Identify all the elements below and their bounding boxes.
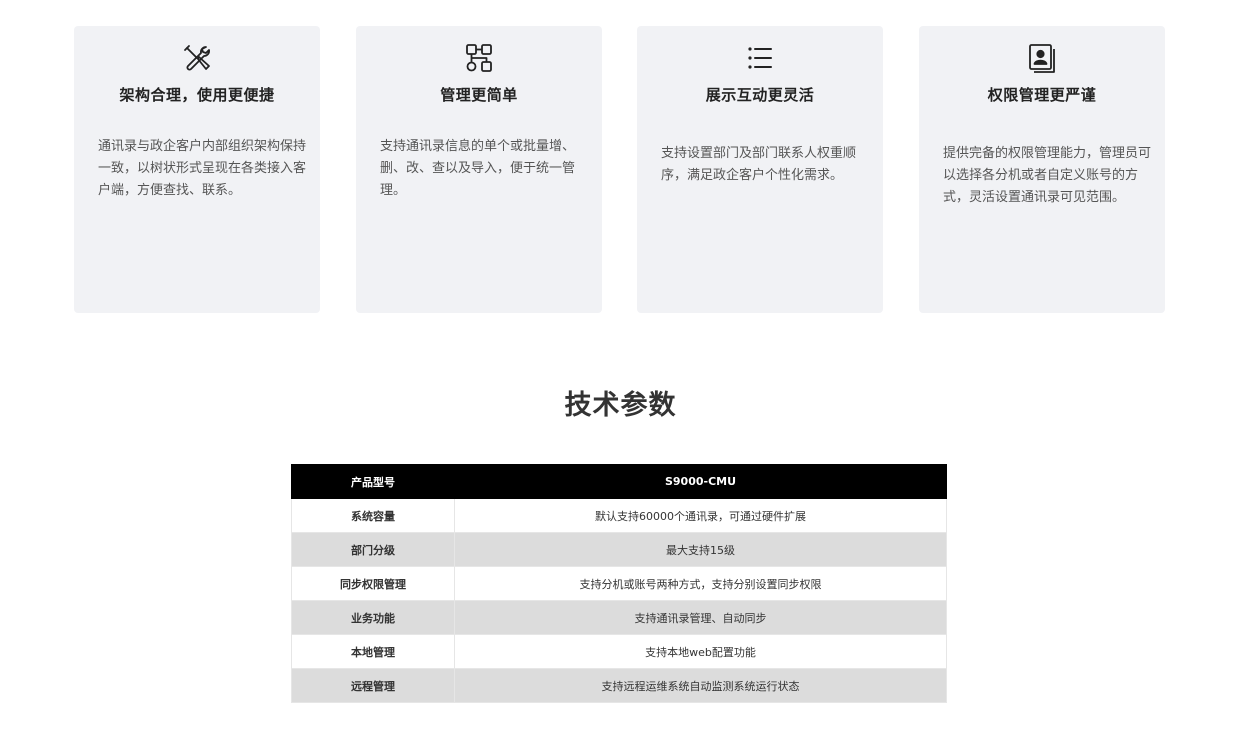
table-row: 部门分级 最大支持15级 — [291, 532, 947, 567]
feature-title: 架构合理，使用更便捷 — [119, 86, 275, 104]
spec-key: 系统容量 — [291, 498, 455, 533]
table-row: 同步权限管理 支持分机或账号两种方式，支持分别设置同步权限 — [291, 566, 947, 601]
spec-value: 支持本地web配置功能 — [454, 634, 947, 669]
spec-value: 支持通讯录管理、自动同步 — [454, 600, 947, 635]
feature-card-architecture: 架构合理，使用更便捷 通讯录与政企客户内部组织架构保持一致，以树状形式呈现在各类… — [74, 26, 320, 313]
feature-title: 展示互动更灵活 — [705, 86, 815, 104]
spec-key: 远程管理 — [291, 668, 455, 703]
spec-key: 本地管理 — [291, 634, 455, 669]
section-title: 技术参数 — [564, 390, 677, 421]
feature-title: 管理更简单 — [440, 86, 518, 104]
spec-value: S9000-CMU — [454, 464, 947, 499]
table-header-row: 产品型号 S9000-CMU — [291, 464, 947, 499]
table-row: 远程管理 支持远程运维系统自动监测系统运行状态 — [291, 668, 947, 703]
feature-desc: 提供完备的权限管理能力，管理员可以选择各分机或者自定义账号的方式，灵活设置通讯录… — [943, 146, 1152, 205]
spec-value: 支持远程运维系统自动监测系统运行状态 — [454, 668, 947, 703]
org-chart-icon — [356, 42, 602, 74]
spec-table: 产品型号 S9000-CMU 系统容量 默认支持60000个通讯录，可通过硬件扩… — [291, 464, 947, 703]
feature-card-management: 管理更简单 支持通讯录信息的单个或批量增、删、改、查以及导入，便于统一管理。 — [356, 26, 602, 313]
spec-key: 产品型号 — [291, 464, 455, 499]
feature-card-permission: 权限管理更严谨 提供完备的权限管理能力，管理员可以选择各分机或者自定义账号的方式… — [919, 26, 1165, 313]
spec-value: 最大支持15级 — [454, 532, 947, 567]
spec-key: 部门分级 — [291, 532, 455, 567]
table-row: 本地管理 支持本地web配置功能 — [291, 634, 947, 669]
contact-card-icon — [919, 42, 1165, 74]
feature-desc: 通讯录与政企客户内部组织架构保持一致，以树状形式呈现在各类接入客户端，方便查找、… — [98, 139, 307, 198]
list-icon — [637, 42, 883, 74]
spec-key: 业务功能 — [291, 600, 455, 635]
feature-desc: 支持设置部门及部门联系人权重顺序，满足政企客户个性化需求。 — [661, 146, 857, 183]
feature-title: 权限管理更严谨 — [987, 86, 1097, 104]
table-row: 业务功能 支持通讯录管理、自动同步 — [291, 600, 947, 635]
tools-icon — [74, 42, 320, 74]
feature-card-display: 展示互动更灵活 支持设置部门及部门联系人权重顺序，满足政企客户个性化需求。 — [637, 26, 883, 313]
feature-cards: 架构合理，使用更便捷 通讯录与政企客户内部组织架构保持一致，以树状形式呈现在各类… — [74, 26, 1166, 313]
table-row: 系统容量 默认支持60000个通讯录，可通过硬件扩展 — [291, 498, 947, 533]
spec-key: 同步权限管理 — [291, 566, 455, 601]
spec-value: 支持分机或账号两种方式，支持分别设置同步权限 — [454, 566, 947, 601]
feature-desc: 支持通讯录信息的单个或批量增、删、改、查以及导入，便于统一管理。 — [380, 139, 576, 198]
spec-value: 默认支持60000个通讯录，可通过硬件扩展 — [454, 498, 947, 533]
